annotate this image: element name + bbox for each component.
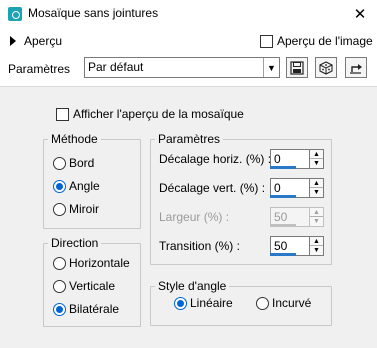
save-preset-button[interactable]: [286, 57, 308, 78]
method-mirror-radio[interactable]: [53, 203, 66, 216]
vertical-offset-label: Décalage vert. (%) :: [159, 181, 266, 195]
presets-label: Paramètres: [8, 62, 71, 76]
corner-linear-radio[interactable]: [174, 297, 187, 310]
vertical-offset-slider-bar[interactable]: [270, 195, 296, 198]
close-button[interactable]: ✕: [350, 4, 370, 24]
direction-horizontal-label[interactable]: Horizontale: [69, 256, 130, 270]
close-icon[interactable]: ✕: [354, 5, 367, 23]
parameters-title: Paramètres: [155, 132, 224, 146]
direction-vertical-radio[interactable]: [53, 280, 66, 293]
corner-linear-label[interactable]: Linéaire: [190, 296, 233, 310]
vertical-offset-spinner[interactable]: 0 ▲ ▼: [270, 178, 324, 198]
direction-vertical-label[interactable]: Verticale: [69, 279, 115, 293]
horizontal-offset-stepper[interactable]: ▲ ▼: [310, 149, 324, 169]
floppy-disk-icon: [290, 60, 304, 75]
image-preview-label[interactable]: Aperçu de l'image: [277, 34, 373, 48]
corner-curved-label[interactable]: Incurvé: [272, 296, 311, 310]
increment-arrow-icon[interactable]: ▲: [310, 237, 323, 246]
increment-arrow-icon: ▲: [310, 208, 323, 217]
presets-dropdown[interactable]: Par défaut ▼: [84, 57, 280, 78]
horizontal-offset-label: Décalage horiz. (%) :: [159, 152, 272, 166]
direction-horizontal-radio[interactable]: [53, 257, 66, 270]
width-spinner: 50 ▲ ▼: [270, 207, 324, 227]
chevron-down-icon[interactable]: ▼: [263, 58, 279, 77]
direction-title: Direction: [48, 236, 102, 250]
horizontal-offset-spinner[interactable]: 0 ▲ ▼: [270, 149, 324, 169]
randomize-button[interactable]: [315, 57, 337, 78]
decrement-arrow-icon[interactable]: ▼: [310, 246, 323, 255]
transition-stepper[interactable]: ▲ ▼: [310, 236, 324, 256]
method-corner-label[interactable]: Angle: [69, 179, 100, 193]
show-tile-preview-label[interactable]: Afficher l'aperçu de la mosaïque: [73, 107, 244, 121]
width-slider-bar: [270, 224, 296, 227]
corner-curved-radio[interactable]: [256, 297, 269, 310]
decrement-arrow-icon[interactable]: ▼: [310, 188, 323, 197]
preview-toggle[interactable]: Aperçu: [24, 34, 62, 48]
corner-style-title: Style d'angle: [155, 279, 230, 293]
decrement-arrow-icon: ▼: [313, 218, 320, 225]
window-title: Mosaïque sans jointures: [28, 6, 159, 20]
transition-label: Transition (%) :: [159, 239, 240, 253]
method-title: Méthode: [48, 132, 101, 146]
vertical-offset-stepper[interactable]: ▲ ▼: [310, 178, 324, 198]
method-edge-label[interactable]: Bord: [69, 156, 94, 170]
width-label: Largeur (%) :: [159, 210, 230, 224]
image-preview-checkbox[interactable]: [260, 35, 273, 48]
presets-dropdown-value[interactable]: Par défaut: [85, 58, 263, 77]
dice-icon: [319, 60, 333, 75]
app-icon: [8, 7, 22, 21]
show-tile-preview-checkbox[interactable]: [56, 108, 69, 121]
direction-bilateral-label[interactable]: Bilatérale: [69, 302, 119, 316]
width-stepper: ▲ ▼: [310, 207, 324, 227]
method-corner-radio[interactable]: [53, 180, 66, 193]
decrement-arrow-icon[interactable]: ▼: [310, 159, 323, 168]
reset-arrow-icon: [350, 63, 362, 74]
transition-spinner[interactable]: 50 ▲ ▼: [270, 236, 324, 256]
method-edge-radio[interactable]: [53, 157, 66, 170]
horizontal-offset-slider-bar[interactable]: [270, 166, 296, 169]
expand-preview-arrow-icon[interactable]: [10, 36, 16, 46]
direction-bilateral-radio[interactable]: [53, 303, 66, 316]
method-mirror-label[interactable]: Miroir: [69, 202, 99, 216]
transition-slider-bar[interactable]: [270, 253, 296, 256]
increment-arrow-icon[interactable]: ▲: [310, 150, 323, 159]
increment-arrow-icon[interactable]: ▲: [310, 179, 323, 188]
reset-button[interactable]: [345, 57, 367, 78]
